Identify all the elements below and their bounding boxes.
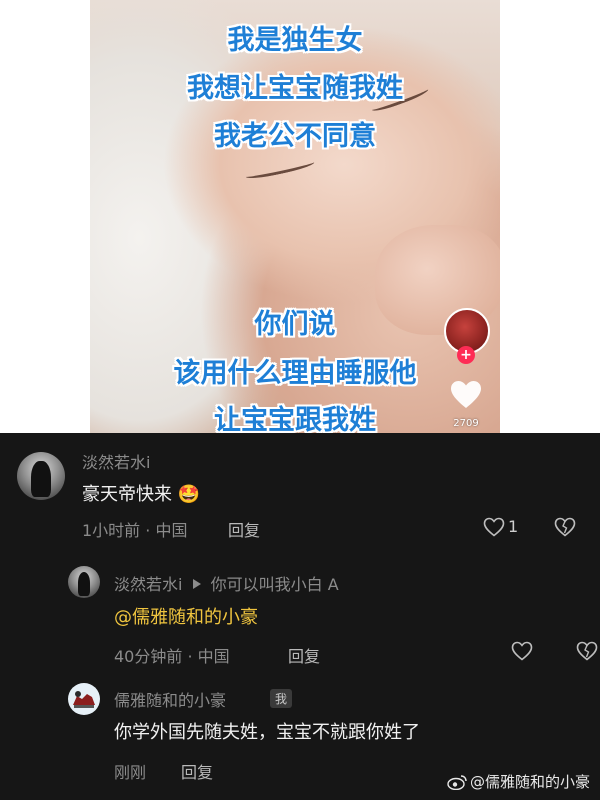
star-struck-emoji: 🤩 [177,484,201,505]
caption-line-6: 让宝宝跟我姓 [214,405,376,433]
watermark: @儒雅随和的小豪 [447,771,590,794]
comment-time: 40分钟前 · 中国 [114,647,230,666]
baby-eye-left [244,157,316,182]
comment-text: 你学外国先随夫姓，宝宝不就跟你姓了 [114,722,420,743]
caption-line-5: 该用什么理由睡服他 [173,358,417,389]
caption-line-1: 我是独生女 [227,25,363,56]
avatar-silhouette [31,460,51,497]
caption-line-3: 我老公不同意 [214,121,376,152]
avatar[interactable] [17,452,65,500]
like-count: 1 [508,517,519,536]
watermark-text: @儒雅随和的小豪 [469,773,590,791]
right-margin [500,0,600,433]
comment-time: 刚刚 [114,763,147,782]
video-frame[interactable]: 我是独生女 我想让宝宝随我姓 我老公不同意 你们说 该用什么理由睡服他 让宝宝跟… [90,0,500,433]
dislike-broken-heart-icon[interactable] [576,641,598,665]
caption-line-2: 我想让宝宝随我姓 [187,73,403,104]
heart-icon[interactable] [450,380,482,414]
reply-button[interactable]: 回复 [288,643,320,667]
mention-link[interactable]: @儒雅随和的小豪 [114,603,258,629]
reply-author[interactable]: 儒雅随和的小豪 [114,687,226,711]
reply-author-line: 淡然若水i 你可以叫我小白 A [114,571,339,595]
like-outline-icon[interactable] [483,517,505,541]
follow-plus-button[interactable]: + [457,346,475,364]
reply-button[interactable]: 回复 [181,759,213,783]
like-outline-icon[interactable] [511,641,533,665]
left-margin [0,0,90,433]
avatar-silhouette [77,571,91,596]
dislike-broken-heart-icon[interactable] [554,517,576,541]
video-like-count: 2709 [453,418,479,429]
reply-author[interactable]: 淡然若水i [114,575,182,594]
comment-author[interactable]: 淡然若水i [82,449,150,473]
self-badge: 我 [270,689,293,708]
avatar[interactable] [68,566,100,598]
weibo-icon [447,774,467,794]
reply-button[interactable]: 回复 [228,517,260,541]
comment-text: 豪天帝快来 🤩 [82,480,200,506]
reply-to-user[interactable]: 你可以叫我小白 A [211,575,339,594]
play-triangle-icon [192,575,202,594]
avatar[interactable] [68,683,100,715]
comment-time: 1小时前 · 中国 [82,521,188,540]
comment-text-content: 豪天帝快来 [82,484,172,505]
comments-panel: 淡然若水i 豪天帝快来 🤩 1小时前 · 中国 回复 1 淡然若水i 你可以叫我… [0,433,600,800]
caption-line-4: 你们说 [254,309,336,340]
